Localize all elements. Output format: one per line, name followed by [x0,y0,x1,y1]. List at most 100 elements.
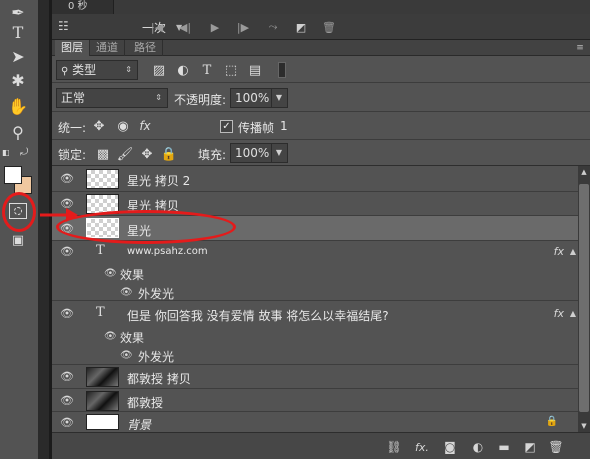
layer-fx-icon[interactable]: fx [554,245,564,258]
filter-pixel-icon[interactable]: ▨ [150,61,168,79]
layer-row[interactable]: 👁 都敦授 [52,389,578,412]
frame-delay-label[interactable]: 0 秒 [52,0,114,14]
add-mask-icon[interactable]: ◙ [442,439,458,455]
fill-field[interactable]: 100% ▼ [230,143,288,163]
filter-shape-icon[interactable]: ⬚ [222,61,240,79]
chevron-up-icon[interactable]: ▲ [570,247,576,256]
text-layer-icon: T [96,305,105,320]
chevron-updown-icon: ⇕ [125,65,132,74]
text-layer-row[interactable]: 👁 T www.psahz.com fx ▲ 👁 效果 👁 外发光 [52,241,578,301]
effects-label: 效果 [120,268,145,282]
effects-eye-icon[interactable]: 👁 [104,268,117,279]
chevron-down-icon: ▼ [270,89,282,107]
foreground-color-swatch[interactable] [4,166,22,184]
eye-icon[interactable]: 👁 [60,395,74,406]
chevron-updown-icon: ⇕ [155,93,162,102]
text-layer-row[interactable]: 👁 T 但是 你回答我 没有爱情 故事 将怎么以幸福结尾? fx ▲ 👁 效果 … [52,301,578,365]
hand-tool-icon[interactable]: ✋ [6,94,30,118]
timeline-controls: ☷ 一次 ▼ |◀ ◀| ▶ |▶ ⤳ ◩ 🗑 [52,14,590,40]
type-tool-icon[interactable]: T [6,20,30,44]
propagate-label: 传播帧 [238,121,275,135]
opacity-label: 不透明度: [174,93,227,107]
fill-value: 100% [235,146,270,160]
scroll-up-icon[interactable]: ▲ [578,166,590,178]
unify-visibility-icon[interactable]: ◉ [114,117,132,135]
layer-name: 都敦授 拷贝 [127,372,191,386]
text-layer-icon: T [96,243,105,258]
filter-smart-object-icon[interactable]: ▤ [246,61,264,79]
zoom-tool-icon[interactable]: ⚲ [6,120,30,144]
lock-position-icon[interactable]: ✥ [138,145,156,163]
new-adjustment-icon[interactable]: ◐ [470,439,486,455]
lock-pixels-icon[interactable]: 🖌 [116,145,134,163]
layers-footer: ⛓ fx. ◙ ◐ ▬ ◩ 🗑 [52,432,590,459]
eye-icon[interactable]: 👁 [60,173,74,184]
tab-layers[interactable]: 图层 [55,40,90,56]
swap-colors-icon[interactable]: ⤾ [20,147,32,159]
delete-layer-icon[interactable]: 🗑 [548,439,564,455]
annotation-circle-tool [2,192,36,232]
effect-name: 外发光 [138,287,175,301]
layer-row[interactable]: 👁 星光 拷贝 2 [52,166,578,192]
filter-kind-select[interactable]: ⚲ 类型 ⇕ [56,60,138,80]
opacity-value: 100% [235,91,270,105]
opacity-field[interactable]: 100% ▼ [230,88,288,108]
unify-style-icon[interactable]: fx [136,117,154,135]
prev-frame-icon[interactable]: ◀| [178,18,192,36]
eye-icon[interactable]: 👁 [60,417,74,428]
tween-icon[interactable]: ⤳ [264,18,282,36]
filter-adjustment-icon[interactable]: ◐ [174,61,192,79]
tab-paths[interactable]: 路径 [128,40,163,56]
timeline-menu-icon[interactable]: ☷ [58,19,74,35]
layer-row-background[interactable]: 👁 背景 🔒 [52,412,578,432]
lock-icon: 🔒 [545,416,558,427]
filter-kind-value: 类型 [72,63,97,77]
annotation-circle-layer [56,210,236,244]
next-frame-icon[interactable]: |▶ [236,18,250,36]
effect-eye-icon[interactable]: 👁 [120,350,133,361]
effects-eye-icon[interactable]: 👁 [104,331,117,342]
play-icon[interactable]: ▶ [208,18,222,36]
lock-transparency-icon[interactable]: ▩ [94,145,112,163]
filter-type-icon[interactable]: T [198,61,216,79]
layer-thumbnail [86,367,119,387]
new-group-icon[interactable]: ▬ [496,439,512,455]
delete-frame-icon[interactable]: 🗑 [322,18,336,36]
layer-fx-icon[interactable]: fx [554,307,564,320]
duplicate-frame-icon[interactable]: ◩ [294,18,308,36]
new-layer-icon[interactable]: ◩ [522,439,538,455]
layer-name: 背景 [127,418,152,432]
effect-eye-icon[interactable]: 👁 [120,287,133,298]
search-icon: ⚲ [61,66,69,77]
tab-channels[interactable]: 通道 [90,40,125,56]
panel-menu-icon[interactable]: ≡ [572,41,588,55]
propagate-value: 1 [280,119,288,133]
layer-row[interactable]: 👁 都敦授 拷贝 [52,365,578,389]
path-selection-tool-icon[interactable]: ➤ [6,44,30,68]
scrollbar-thumb[interactable] [579,184,589,412]
layer-name: www.psahz.com [127,246,208,257]
filter-row: ⚲ 类型 ⇕ ▨ ◐ T ⬚ ▤ [52,57,590,83]
add-style-icon[interactable]: fx. [414,439,430,455]
eye-icon[interactable]: 👁 [60,308,74,319]
link-layers-icon[interactable]: ⛓ [386,439,402,455]
blend-mode-select[interactable]: 正常 ⇕ [56,88,168,108]
eye-icon[interactable]: 👁 [60,246,74,257]
unify-label: 统一: [58,121,87,135]
first-frame-icon[interactable]: |◀ [150,18,164,36]
eye-icon[interactable]: 👁 [60,371,74,382]
lock-all-icon[interactable]: 🔒 [160,145,178,163]
blend-row: 正常 ⇕ 不透明度: 100% ▼ [52,84,590,112]
default-colors-icon[interactable]: ◧ [2,148,14,158]
effects-label: 效果 [120,331,145,345]
fill-label: 填充: [198,148,227,162]
propagate-checkbox[interactable]: ✓ [220,120,233,133]
chevron-up-icon[interactable]: ▲ [570,309,576,318]
panel-tabs: 图层 通道 路径 [52,40,590,56]
filter-toggle-switch[interactable] [278,62,286,78]
scroll-down-icon[interactable]: ▼ [578,420,590,432]
custom-shape-tool-icon[interactable]: ✱ [6,68,30,92]
layer-name: 但是 你回答我 没有爱情 故事 将怎么以幸福结尾? [127,309,389,323]
blend-mode-value: 正常 [61,91,86,105]
unify-position-icon[interactable]: ✥ [90,117,108,135]
